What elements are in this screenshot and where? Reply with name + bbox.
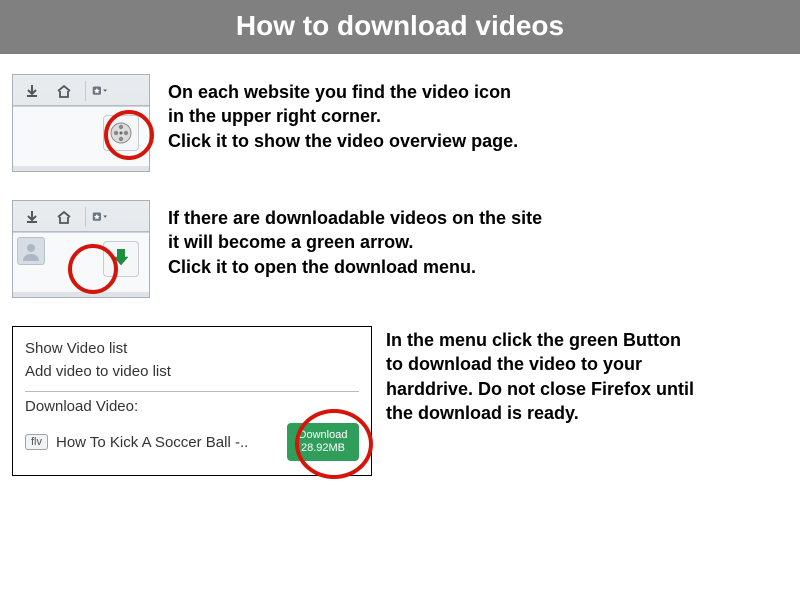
page-title: How to download videos bbox=[0, 0, 800, 54]
download-video-label: Download Video: bbox=[25, 398, 359, 415]
download-arrow-icon bbox=[21, 81, 43, 101]
step3-thumbnail: Show Video list Add video to video list … bbox=[12, 326, 372, 476]
avatar-placeholder-icon bbox=[17, 237, 45, 265]
highlight-circle bbox=[104, 110, 154, 160]
toolbar-icons bbox=[13, 201, 149, 232]
home-icon bbox=[53, 207, 75, 227]
step1-thumbnail bbox=[12, 74, 150, 172]
bookmark-dropdown-icon bbox=[85, 207, 107, 227]
step-1: On each website you find the video icon … bbox=[12, 74, 788, 172]
content: On each website you find the video icon … bbox=[0, 54, 800, 476]
download-menu: Show Video list Add video to video list … bbox=[12, 326, 372, 476]
step3-caption: In the menu click the green Button to do… bbox=[386, 328, 694, 425]
menu-show-video-list[interactable]: Show Video list bbox=[25, 337, 359, 360]
video-title: How To Kick A Soccer Ball -.. bbox=[56, 434, 279, 451]
format-badge: flv bbox=[25, 434, 48, 450]
menu-add-video[interactable]: Add video to video list bbox=[25, 360, 359, 383]
bookmark-dropdown-icon bbox=[85, 81, 107, 101]
step2-thumbnail bbox=[12, 200, 150, 298]
highlight-circle bbox=[68, 244, 118, 294]
step1-caption: On each website you find the video icon … bbox=[168, 80, 518, 153]
step-2: If there are downloadable videos on the … bbox=[12, 200, 788, 298]
download-arrow-icon bbox=[21, 207, 43, 227]
highlight-circle bbox=[295, 409, 373, 479]
menu-separator bbox=[25, 391, 359, 392]
step-3: Show Video list Add video to video list … bbox=[12, 326, 788, 476]
step2-caption: If there are downloadable videos on the … bbox=[168, 206, 542, 279]
home-icon bbox=[53, 81, 75, 101]
toolbar-icons bbox=[13, 75, 149, 106]
